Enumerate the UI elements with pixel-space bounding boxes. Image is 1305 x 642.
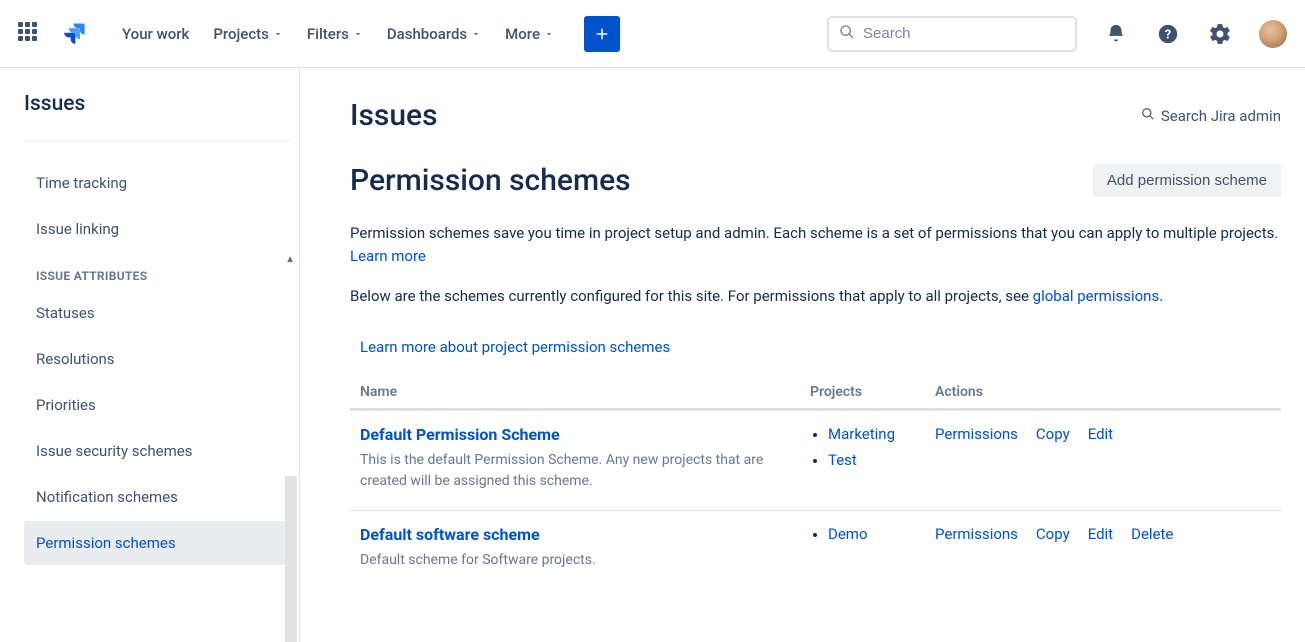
action-edit[interactable]: Edit: [1088, 425, 1113, 443]
help-icon[interactable]: ?: [1155, 21, 1181, 47]
table-row: Default software scheme Default scheme fo…: [350, 510, 1281, 589]
sidebar-item-label: Statuses: [36, 304, 95, 322]
nav-item-label: More: [505, 25, 540, 43]
description-2: Below are the schemes currently configur…: [350, 285, 1281, 308]
schemes-table: Name Projects Actions Default Permission…: [350, 376, 1281, 589]
page-title: Issues: [350, 98, 438, 133]
sidebar-item-issue-security-schemes[interactable]: Issue security schemes: [24, 429, 291, 473]
sidebar-title: Issues: [24, 92, 291, 141]
nav-item-label: Dashboards: [387, 25, 467, 43]
sidebar-item-label: Time tracking: [36, 174, 127, 192]
table-row: Default Permission Scheme This is the def…: [350, 410, 1281, 510]
sidebar: Issues Time tracking Issue linking ISSUE …: [0, 68, 300, 642]
admin-search-label: Search Jira admin: [1161, 107, 1281, 125]
jira-logo-icon[interactable]: [60, 20, 88, 48]
chevron-down-icon: [273, 29, 283, 39]
nav-more[interactable]: More: [493, 17, 566, 51]
app-switcher-icon[interactable]: [18, 22, 42, 46]
search-input[interactable]: [863, 25, 1065, 42]
chevron-down-icon: [353, 29, 363, 39]
action-copy[interactable]: Copy: [1036, 525, 1070, 543]
nav-filters[interactable]: Filters: [295, 17, 375, 51]
sidebar-item-label: Permission schemes: [36, 534, 176, 552]
learn-more-link[interactable]: Learn more: [350, 247, 426, 265]
sidebar-item-resolutions[interactable]: Resolutions: [24, 337, 291, 381]
sidebar-item-notification-schemes[interactable]: Notification schemes: [24, 475, 291, 519]
nav-dashboards[interactable]: Dashboards: [375, 17, 493, 51]
scheme-description: Default scheme for Software projects.: [360, 550, 810, 571]
admin-search-link[interactable]: Search Jira admin: [1141, 107, 1281, 125]
sidebar-item-time-tracking[interactable]: Time tracking: [24, 161, 291, 205]
project-link[interactable]: Demo: [828, 525, 868, 543]
scheme-name-link[interactable]: Default software scheme: [360, 525, 810, 544]
project-link[interactable]: Test: [828, 451, 857, 469]
scroll-up-arrow-icon[interactable]: ▲: [285, 254, 295, 265]
col-header-projects: Projects: [810, 384, 935, 400]
nav-item-label: Projects: [213, 25, 269, 43]
chevron-down-icon: [544, 29, 554, 39]
search-icon: [1141, 107, 1155, 125]
user-avatar[interactable]: [1259, 20, 1287, 48]
nav-item-label: Your work: [122, 25, 189, 43]
settings-icon[interactable]: [1207, 21, 1233, 47]
main-content: Issues Search Jira admin Permission sche…: [300, 68, 1305, 642]
action-copy[interactable]: Copy: [1036, 425, 1070, 443]
create-button[interactable]: [584, 16, 620, 52]
nav-projects[interactable]: Projects: [201, 17, 295, 51]
sidebar-item-label: Issue linking: [36, 220, 119, 238]
nav-item-label: Filters: [307, 25, 349, 43]
sidebar-item-statuses[interactable]: Statuses: [24, 291, 291, 335]
action-permissions[interactable]: Permissions: [935, 425, 1018, 443]
notifications-icon[interactable]: [1103, 21, 1129, 47]
scrollbar-track[interactable]: [285, 476, 297, 642]
sidebar-item-permission-schemes[interactable]: Permission schemes: [24, 521, 291, 565]
svg-text:?: ?: [1165, 27, 1171, 42]
project-link[interactable]: Marketing: [828, 425, 895, 443]
action-delete[interactable]: Delete: [1131, 525, 1173, 543]
action-permissions[interactable]: Permissions: [935, 525, 1018, 543]
chevron-down-icon: [471, 29, 481, 39]
nav-your-work[interactable]: Your work: [110, 17, 201, 51]
global-permissions-link[interactable]: global permissions: [1033, 287, 1160, 305]
action-edit[interactable]: Edit: [1088, 525, 1113, 543]
description-1: Permission schemes save you time in proj…: [350, 222, 1281, 267]
scheme-description: This is the default Permission Scheme. A…: [360, 450, 810, 492]
sidebar-section-heading: ISSUE ATTRIBUTES: [24, 253, 291, 291]
sidebar-item-label: Notification schemes: [36, 488, 178, 506]
learn-more-schemes-link[interactable]: Learn more about project permission sche…: [360, 338, 670, 356]
col-header-name: Name: [350, 384, 810, 400]
sidebar-item-label: Issue security schemes: [36, 442, 192, 460]
sidebar-item-priorities[interactable]: Priorities: [24, 383, 291, 427]
add-permission-scheme-button[interactable]: Add permission scheme: [1093, 164, 1281, 197]
sidebar-item-label: Resolutions: [36, 350, 115, 368]
top-navigation: Your work Projects Filters Dashboards More ?: [0, 0, 1305, 68]
search-icon: [839, 24, 855, 44]
scheme-name-link[interactable]: Default Permission Scheme: [360, 425, 810, 444]
col-header-actions: Actions: [935, 384, 1281, 400]
search-box[interactable]: [827, 16, 1077, 52]
sidebar-item-issue-linking[interactable]: Issue linking: [24, 207, 291, 251]
section-title: Permission schemes: [350, 163, 631, 198]
sidebar-item-label: Priorities: [36, 396, 96, 414]
